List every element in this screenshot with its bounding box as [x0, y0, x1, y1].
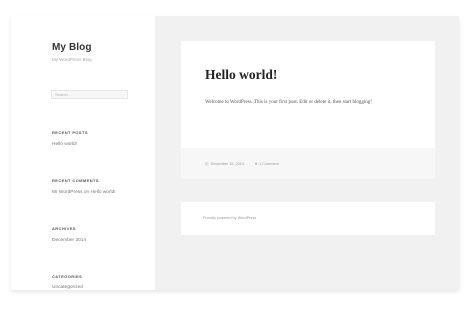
post-meta: ◷ December 15, 2014 ♦ 1 Comment: [181, 148, 435, 179]
site-description: My WordPress Blog: [52, 57, 92, 62]
post-content: Welcome to WordPress. This is your first…: [205, 100, 372, 105]
recent-comment-link[interactable]: Mr WordPress on Hello world!: [52, 190, 116, 195]
post-card: Hello world! Welcome to WordPress. This …: [181, 41, 435, 179]
post-date: December 15, 2014: [210, 162, 245, 166]
site-title[interactable]: My Blog: [52, 42, 92, 53]
post-title[interactable]: Hello world!: [205, 67, 277, 83]
comment-bubble-icon: ♦: [255, 161, 258, 166]
categories-heading: CATEGORIES: [52, 274, 83, 279]
comments-count: 1 Comment: [259, 162, 279, 166]
recent-comments-heading: RECENT COMMENTS: [52, 178, 99, 183]
sidebar: My Blog My WordPress Blog RECENT POSTS H…: [11, 16, 155, 290]
post-date-link[interactable]: ◷ December 15, 2014: [205, 161, 244, 166]
clock-icon: ◷: [205, 161, 209, 166]
recent-post-link[interactable]: Hello world!: [52, 142, 77, 147]
site-footer: Proudly powered by WordPress: [181, 202, 435, 235]
page-frame: My Blog My WordPress Blog RECENT POSTS H…: [11, 16, 459, 290]
footer-credit-link[interactable]: Proudly powered by WordPress: [203, 216, 256, 220]
comments-link[interactable]: ♦ 1 Comment: [255, 161, 279, 166]
archive-link[interactable]: December 2014: [52, 238, 86, 243]
recent-posts-heading: RECENT POSTS: [52, 130, 88, 135]
category-link[interactable]: Uncategorized: [52, 285, 83, 290]
search-input[interactable]: [51, 90, 128, 99]
archives-heading: ARCHIVES: [52, 226, 76, 231]
